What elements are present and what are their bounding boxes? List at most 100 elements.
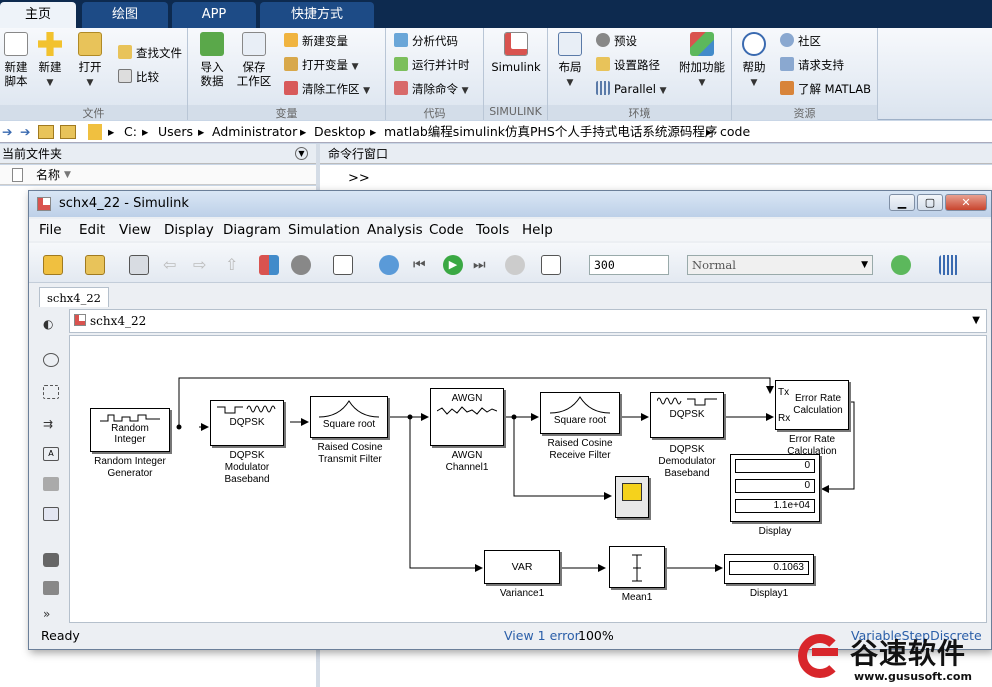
path-segment[interactable]: Administrator bbox=[212, 121, 297, 143]
step-forward-icon[interactable]: ⏭ bbox=[473, 255, 493, 275]
scope-block[interactable] bbox=[615, 476, 649, 518]
up-icon[interactable]: ⇧ bbox=[225, 255, 245, 275]
status-errors-link[interactable]: View 1 error bbox=[504, 623, 580, 649]
path-segment[interactable]: C: bbox=[124, 121, 137, 143]
help-button[interactable]: 帮助 ▼ bbox=[732, 32, 776, 90]
menu-view[interactable]: View bbox=[119, 219, 151, 241]
camera-icon[interactable] bbox=[43, 553, 59, 567]
panel-menu-icon[interactable]: ▼ bbox=[295, 147, 308, 160]
dqpsk-demodulator-block[interactable]: DQPSK bbox=[650, 392, 724, 438]
tab-plots[interactable]: 绘图 bbox=[82, 2, 168, 28]
library-browser-icon[interactable] bbox=[259, 255, 279, 275]
dqpsk-demodulator-text: DQPSK bbox=[669, 409, 705, 420]
arrow-icon[interactable]: ⇉ bbox=[43, 417, 59, 431]
simulink-title-bar[interactable]: schx4_22 - Simulink ▁ ▢ ✕ bbox=[29, 191, 991, 217]
open-variable-button[interactable]: 打开变量 ▼ bbox=[284, 56, 359, 74]
simulink-button[interactable]: Simulink bbox=[490, 32, 542, 74]
display-block[interactable]: 0 0 1.1e+04 bbox=[730, 454, 820, 522]
clear-commands-button[interactable]: 清除命令 ▼ bbox=[394, 80, 469, 98]
hide-explorer-icon[interactable]: ◐ bbox=[43, 317, 59, 331]
mean-block[interactable] bbox=[609, 546, 665, 588]
path-segment[interactable]: matlab编程simulink仿真PHS个人手持式电话系统源码程序 bbox=[384, 121, 717, 143]
model-canvas[interactable]: Random Integer Random Integer Generator … bbox=[69, 335, 987, 623]
open-button[interactable]: 打开 ▼ bbox=[68, 32, 112, 90]
stop-time-input[interactable]: 300 bbox=[589, 255, 669, 275]
area-icon[interactable] bbox=[43, 507, 59, 521]
request-support-button[interactable]: 请求支持 bbox=[780, 56, 844, 74]
tab-home[interactable]: 主页 bbox=[0, 2, 76, 28]
model-breadcrumb[interactable]: schx4_22 ▼ bbox=[69, 309, 987, 333]
run-icon[interactable]: ▶ bbox=[443, 255, 463, 275]
learn-matlab-icon bbox=[780, 81, 794, 95]
save-model-icon[interactable] bbox=[129, 255, 149, 275]
menu-file[interactable]: File bbox=[39, 219, 62, 241]
new-button[interactable]: 新建 ▼ bbox=[28, 32, 72, 90]
menu-edit[interactable]: Edit bbox=[79, 219, 105, 241]
new-variable-button[interactable]: 新建变量 bbox=[284, 32, 348, 50]
preferences-button[interactable]: 预设 bbox=[596, 32, 637, 50]
up-folder-icon[interactable] bbox=[38, 125, 54, 139]
explorer-icon[interactable] bbox=[333, 255, 353, 275]
set-path-button[interactable]: 设置路径 bbox=[596, 56, 660, 74]
learn-matlab-button[interactable]: 了解 MATLAB bbox=[780, 80, 871, 98]
parallel-button[interactable]: Parallel ▼ bbox=[596, 80, 666, 98]
open-model-icon[interactable] bbox=[85, 255, 105, 275]
run-and-time-button[interactable]: 运行并计时 bbox=[394, 56, 470, 74]
forward-icon[interactable]: ⇨ bbox=[193, 255, 213, 275]
menu-display[interactable]: Display bbox=[164, 219, 214, 241]
scope-signal-icon[interactable] bbox=[541, 255, 561, 275]
addons-button[interactable]: 附加功能 ▼ bbox=[676, 32, 728, 90]
name-column-header[interactable]: 名称 ▼ bbox=[0, 165, 316, 185]
variance-block[interactable]: VAR bbox=[484, 550, 560, 584]
update-diagram-icon[interactable] bbox=[379, 255, 399, 275]
clear-workspace-button[interactable]: 清除工作区 ▼ bbox=[284, 80, 370, 98]
display1-block[interactable]: 0.1063 bbox=[724, 554, 814, 584]
import-data-button[interactable]: 导入 数据 bbox=[190, 32, 234, 88]
close-button[interactable]: ✕ bbox=[945, 194, 987, 211]
raised-cosine-tx-block[interactable]: Square root bbox=[310, 396, 388, 438]
chevron-down-icon[interactable]: ▼ bbox=[972, 310, 980, 332]
menu-analysis[interactable]: Analysis bbox=[367, 219, 423, 241]
menu-help[interactable]: Help bbox=[522, 219, 553, 241]
model-advisor-icon[interactable] bbox=[891, 255, 911, 275]
image-icon[interactable] bbox=[43, 477, 59, 491]
step-back-icon[interactable]: ⏮ bbox=[413, 255, 433, 275]
gear-icon[interactable] bbox=[291, 255, 311, 275]
back-icon[interactable]: ⇦ bbox=[163, 255, 183, 275]
signal-table-icon[interactable] bbox=[939, 255, 959, 275]
menu-tools[interactable]: Tools bbox=[476, 219, 509, 241]
tab-shortcuts[interactable]: 快捷方式 bbox=[260, 2, 374, 28]
error-rate-block[interactable]: Tx Rx Error Rate Calculation bbox=[775, 380, 849, 430]
menu-diagram[interactable]: Diagram bbox=[223, 219, 281, 241]
random-integer-block[interactable]: Random Integer bbox=[90, 408, 170, 452]
fit-to-view-icon[interactable] bbox=[43, 385, 59, 399]
model-tab[interactable]: schx4_22 bbox=[39, 287, 109, 307]
path-segment[interactable]: code bbox=[720, 121, 750, 143]
dqpsk-modulator-block[interactable]: DQPSK bbox=[210, 400, 284, 446]
zoom-icon[interactable] bbox=[43, 353, 59, 367]
minimize-button[interactable]: ▁ bbox=[889, 194, 915, 211]
back-arrow-icon[interactable]: ➔ bbox=[2, 121, 12, 143]
path-segment[interactable]: Users bbox=[158, 121, 193, 143]
simulation-mode-select[interactable]: Normal ▼ bbox=[687, 255, 873, 275]
tab-apps[interactable]: APP bbox=[172, 2, 256, 28]
compare-button[interactable]: 比较 bbox=[118, 68, 159, 86]
raised-cosine-rx-block[interactable]: Square root bbox=[540, 392, 620, 434]
stop-icon[interactable] bbox=[505, 255, 525, 275]
annotation-icon[interactable]: A bbox=[43, 447, 59, 461]
awgn-channel-block[interactable]: AWGN bbox=[430, 388, 504, 446]
analyze-code-button[interactable]: 分析代码 bbox=[394, 32, 458, 50]
menu-simulation[interactable]: Simulation bbox=[288, 219, 360, 241]
model-browser-icon[interactable] bbox=[43, 581, 59, 595]
find-files-button[interactable]: 查找文件 bbox=[118, 44, 182, 62]
layout-button[interactable]: 布局 ▼ bbox=[548, 32, 592, 90]
expand-more-icon[interactable]: » bbox=[43, 607, 59, 621]
save-workspace-button[interactable]: 保存 工作区 bbox=[232, 32, 276, 88]
path-segment[interactable]: Desktop bbox=[314, 121, 366, 143]
maximize-button[interactable]: ▢ bbox=[917, 194, 943, 211]
community-button[interactable]: 社区 bbox=[780, 32, 821, 50]
new-model-icon[interactable] bbox=[43, 255, 63, 275]
menu-code[interactable]: Code bbox=[429, 219, 464, 241]
browse-folder-icon[interactable] bbox=[60, 125, 76, 139]
forward-arrow-icon[interactable]: ➔ bbox=[20, 121, 30, 143]
